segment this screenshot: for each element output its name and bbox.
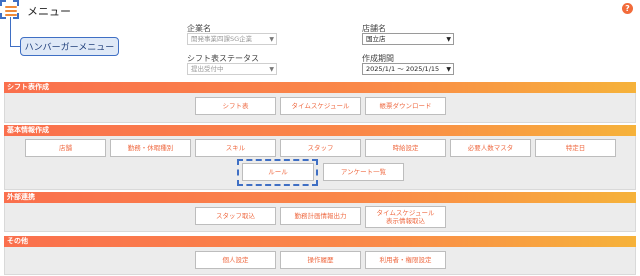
- section-body: 店舗 勤務・休暇種別 スキル スタッフ 時給設定 必要人数マスタ 特定日 ルール…: [4, 136, 636, 190]
- section-other: その他 個人設定 操作履歴 利用者・権限設定: [4, 236, 636, 275]
- callout-connector: [10, 17, 20, 47]
- staff-button[interactable]: スタッフ: [280, 139, 361, 157]
- period-value: 2025/1/1 ～ 2025/1/15: [366, 65, 440, 73]
- hourly-wage-button[interactable]: 時給設定: [365, 139, 446, 157]
- shift-table-button[interactable]: シフト表: [195, 97, 276, 115]
- required-staff-master-button[interactable]: 必要人数マスタ: [450, 139, 531, 157]
- company-value: 開発事業四課SG企業: [191, 35, 253, 43]
- skill-button[interactable]: スキル: [195, 139, 276, 157]
- section-basic: 基本情報作成 店舗 勤務・休暇種別 スキル スタッフ 時給設定 必要人数マスタ …: [4, 125, 636, 190]
- section-title: 基本情報作成: [4, 125, 636, 136]
- hamburger-callout: ハンバーガーメニュー: [20, 37, 119, 56]
- operation-history-button[interactable]: 操作履歴: [280, 251, 361, 269]
- time-schedule-button[interactable]: タイムスケジュール: [280, 97, 361, 115]
- staff-import-button[interactable]: スタッフ取込: [195, 207, 276, 225]
- store-value: 国立店: [366, 35, 386, 43]
- page-title: メニュー: [27, 5, 71, 18]
- company-select: 開発事業四課SG企業 ▼: [187, 33, 277, 45]
- rule-highlight-outline: [237, 159, 318, 186]
- section-body: 個人設定 操作履歴 利用者・権限設定: [4, 247, 636, 275]
- report-download-button[interactable]: 帳票ダウンロード: [365, 97, 446, 115]
- status-value: 提出受付中: [191, 65, 224, 73]
- status-select: 提出受付中 ▼: [187, 63, 277, 75]
- section-title: シフト表作成: [4, 82, 636, 93]
- period-select[interactable]: 2025/1/1 ～ 2025/1/15 ▼: [362, 63, 454, 75]
- work-plan-export-button[interactable]: 勤務計画情報出力: [280, 207, 361, 225]
- chevron-down-icon: ▼: [446, 66, 451, 73]
- store-button[interactable]: 店舗: [25, 139, 106, 157]
- time-schedule-display-import-button[interactable]: タイムスケジュール 表示情報取込: [365, 206, 446, 228]
- personal-settings-button[interactable]: 個人設定: [195, 251, 276, 269]
- survey-list-button[interactable]: アンケート一覧: [323, 163, 404, 181]
- work-leave-type-button[interactable]: 勤務・休暇種別: [110, 139, 191, 157]
- section-body: スタッフ取込 勤務計画情報出力 タイムスケジュール 表示情報取込: [4, 203, 636, 232]
- chevron-down-icon: ▼: [269, 36, 274, 43]
- section-body: シフト表 タイムスケジュール 帳票ダウンロード: [4, 93, 636, 123]
- section-external: 外部連携 スタッフ取込 勤務計画情報出力 タイムスケジュール 表示情報取込: [4, 192, 636, 232]
- user-permission-settings-button[interactable]: 利用者・権限設定: [365, 251, 446, 269]
- section-title: その他: [4, 236, 636, 247]
- section-shift: シフト表作成 シフト表 タイムスケジュール 帳票ダウンロード: [4, 82, 636, 123]
- chevron-down-icon: ▼: [269, 66, 274, 73]
- specific-day-button[interactable]: 特定日: [535, 139, 616, 157]
- section-title: 外部連携: [4, 192, 636, 203]
- chevron-down-icon: ▼: [446, 36, 451, 43]
- help-icon[interactable]: ?: [622, 3, 633, 14]
- store-select[interactable]: 国立店 ▼: [362, 33, 454, 45]
